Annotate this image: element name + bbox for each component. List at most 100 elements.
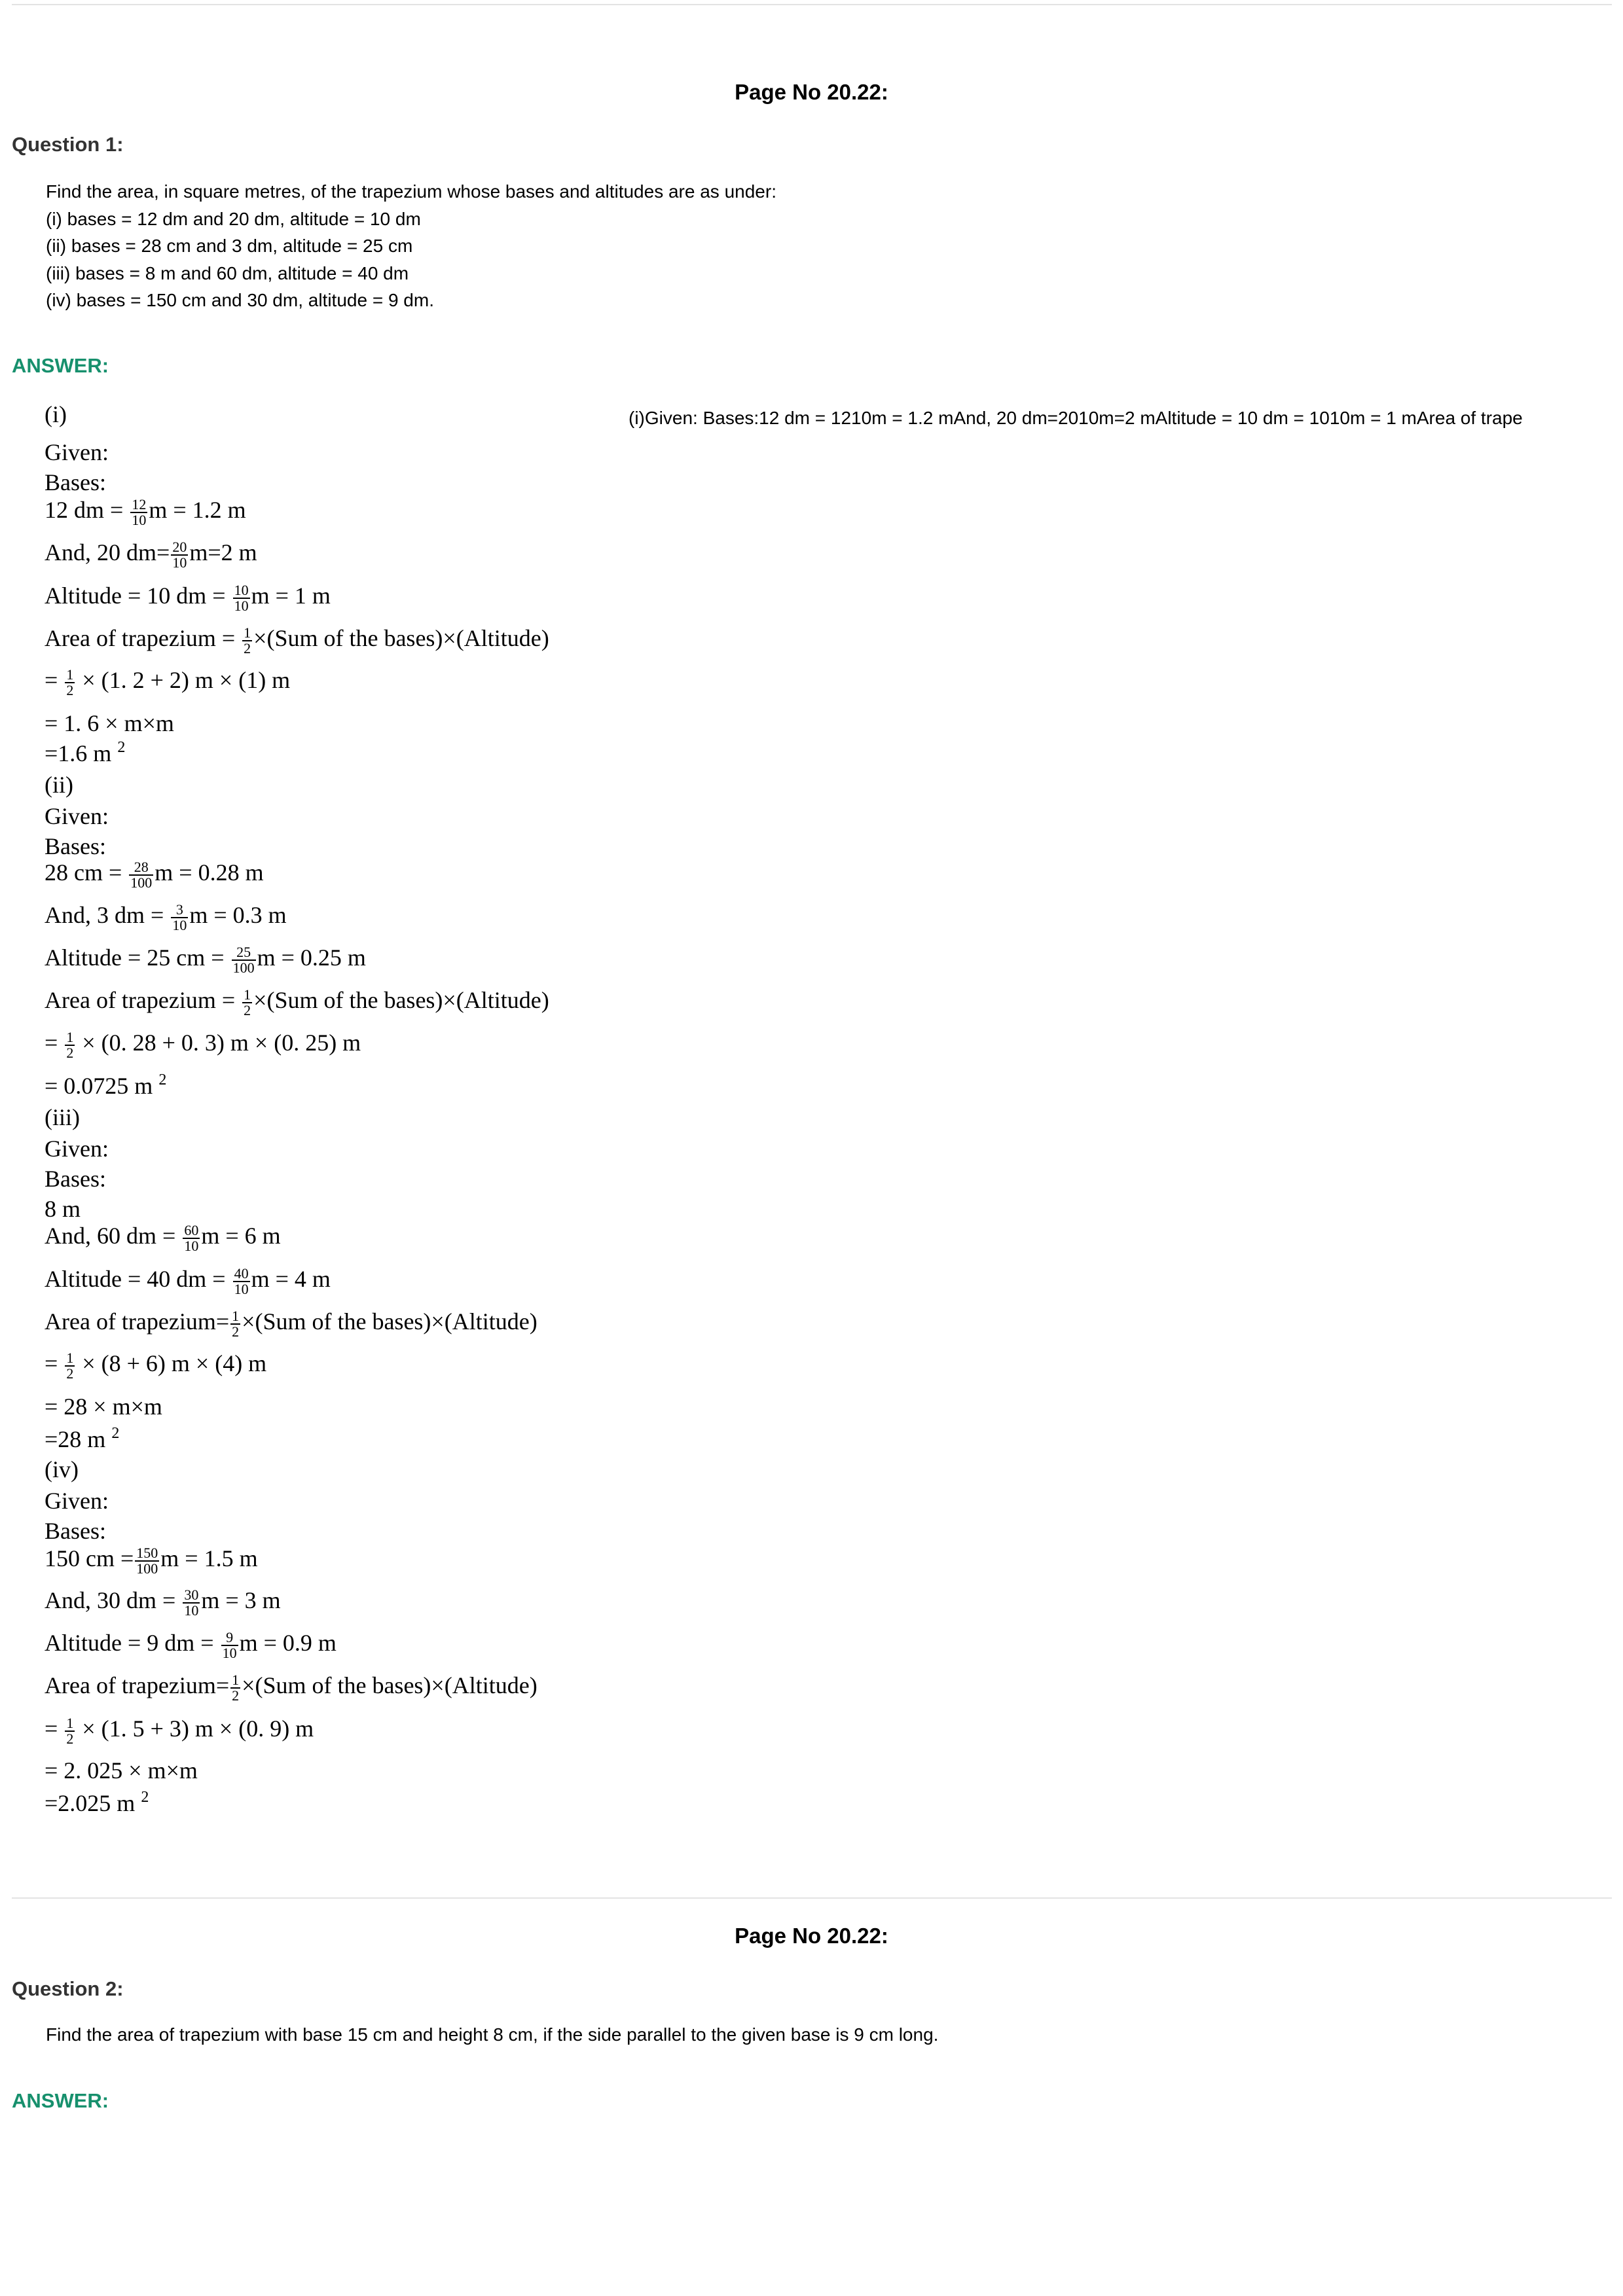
equation-text: m = 1 m <box>251 583 331 609</box>
equation-text: × (1. 5 + 3) m × (0. 9) m <box>76 1715 314 1742</box>
fraction-numerator: 12 <box>132 495 147 512</box>
solution-line: Altitude = 9 dm = 9 10 m = 0.9 m <box>45 1629 337 1660</box>
fraction-denominator: 2 <box>65 1365 75 1382</box>
solution-line: Area of trapezium = 1 2 ×(Sum of the bases… <box>45 624 549 656</box>
fraction: 40 10 <box>232 1266 250 1297</box>
fraction-numerator: 1 <box>244 986 251 1003</box>
answer-2-heading: ANSWER: <box>12 2089 109 2112</box>
fraction-denominator: 10 <box>232 1280 250 1297</box>
solution-line: = 2. 025 × m×m <box>45 1757 198 1784</box>
solution-line: = 12 × (8 + 6) m × (4) m <box>45 1350 266 1381</box>
fraction-denominator: 2 <box>65 1730 75 1747</box>
fraction-denominator: 10 <box>171 554 189 571</box>
solution-line: 28 cm = 28 100 m = 0.28 m <box>45 859 264 890</box>
equation-text: m = 1.5 m <box>160 1545 258 1571</box>
bases-label: Bases: <box>45 833 106 859</box>
fraction: 28 100 <box>129 859 154 891</box>
equation-text: ×(Sum of the bases)×(Altitude) <box>253 625 549 651</box>
solution-result: = 0.0725 m 2 <box>45 1072 166 1100</box>
equation-text: Altitude = 10 dm = <box>45 583 232 609</box>
fraction-numerator: 150 <box>136 1544 158 1561</box>
solution-line: And, 60 dm = 60 10 m = 6 m <box>45 1222 281 1253</box>
equation-text: ×(Sum of the bases)×(Altitude) <box>253 987 549 1013</box>
fraction-numerator: 1 <box>66 666 74 683</box>
equation-text: = <box>45 1350 64 1376</box>
solution-line: Altitude = 25 cm = 25 100 m = 0.25 m <box>45 944 366 975</box>
solution-line: And, 20 dm= 20 10 m=2 m <box>45 539 257 570</box>
question-1-item: (ii) bases = 28 cm and 3 dm, altitude = … <box>46 236 413 257</box>
solution-line: Area of trapezium= 1 2 ×(Sum of the bases)×… <box>45 1672 538 1703</box>
exponent: 2 <box>111 1425 120 1442</box>
part-label: (iii) <box>45 1104 80 1130</box>
equation-text: ×(Sum of the bases)×(Altitude) <box>242 1672 538 1698</box>
fraction-denominator: 2 <box>65 681 75 698</box>
fraction-numerator: 25 <box>236 943 251 960</box>
solution-line: Altitude = 10 dm = 10 10 m = 1 m <box>45 582 331 613</box>
fraction-denominator: 2 <box>230 1323 241 1340</box>
equation-text: 12 dm = <box>45 497 130 523</box>
question-2-text: Find the area of trapezium with base 15 … <box>46 2024 939 2045</box>
equation-text: m = 6 m <box>201 1223 281 1249</box>
fraction: 12 <box>230 1672 241 1704</box>
equation-text: Altitude = 9 dm = <box>45 1630 220 1656</box>
solution-line: Altitude = 40 dm = 40 10 m = 4 m <box>45 1265 331 1297</box>
equation-text: m = 4 m <box>251 1266 331 1292</box>
fraction: 12 <box>65 1030 75 1060</box>
solution-result: =28 m 2 <box>45 1426 119 1453</box>
question-2-heading: Question 2: <box>12 1977 124 2000</box>
given-label: Given: <box>45 439 109 465</box>
image-alt-text: (i)Given: Bases:12 dm = 1210m = 1.2 mAnd… <box>629 408 1523 428</box>
fraction-numerator: 20 <box>172 538 187 555</box>
fraction-denominator: 10 <box>232 597 250 614</box>
fraction: 30 10 <box>183 1587 200 1619</box>
fraction: 12 <box>230 1307 241 1340</box>
fraction: 9 10 <box>221 1630 238 1660</box>
fraction-denominator: 2 <box>242 1001 253 1018</box>
equation-text: Area of trapezium = <box>45 987 242 1013</box>
given-label: Given: <box>45 803 109 829</box>
page-number-label: Page No 20.22: <box>735 80 888 104</box>
question-1-text: Find the area, in square metres, of the … <box>46 178 776 314</box>
bases-label: Bases: <box>45 1166 106 1192</box>
exponent: 2 <box>141 1789 149 1806</box>
fraction-denominator: 2 <box>230 1687 241 1704</box>
equation-text: m=2 m <box>189 539 257 565</box>
solution-result: =1.6 m 2 <box>45 740 125 767</box>
equation-text: m = 0.25 m <box>257 944 366 971</box>
fraction: 12 <box>65 666 75 698</box>
fraction: 60 10 <box>183 1223 200 1253</box>
solution-line: = 12 × (1. 5 + 3) m × (0. 9) m <box>45 1715 314 1746</box>
fraction-numerator: 60 <box>184 1221 199 1238</box>
fraction-denominator: 100 <box>129 874 154 891</box>
given-label: Given: <box>45 1488 109 1514</box>
fraction: 12 <box>242 986 253 1018</box>
equation-text: × (0. 28 + 0. 3) m × (0. 25) m <box>76 1030 361 1056</box>
equation-text: = <box>45 667 64 693</box>
question-1-heading: Question 1: <box>12 133 124 156</box>
fraction-numerator: 1 <box>66 1028 74 1045</box>
fraction-numerator: 10 <box>234 581 249 598</box>
solution-line: 12 dm = 12 10 m = 1.2 m <box>45 496 246 528</box>
equation-text: m = 0.9 m <box>239 1630 337 1656</box>
fraction: 12 <box>242 625 253 656</box>
solution-line: Area of trapezium = 1 2 ×(Sum of the bases… <box>45 986 549 1018</box>
equation-text: Altitude = 25 cm = <box>45 944 230 971</box>
solution-line: 150 cm = 150 100 m = 1.5 m <box>45 1545 258 1576</box>
fraction-numerator: 1 <box>232 1307 240 1324</box>
equation-text: And, 3 dm = <box>45 902 170 928</box>
equation-text: Area of trapezium = <box>45 625 242 651</box>
equation-text: ×(Sum of the bases)×(Altitude) <box>242 1308 538 1335</box>
fraction-denominator: 10 <box>183 1602 200 1619</box>
fraction-denominator: 10 <box>130 511 148 528</box>
equation-text: And, 30 dm = <box>45 1587 182 1613</box>
exponent: 2 <box>158 1071 167 1088</box>
result-text: =28 m <box>45 1426 106 1452</box>
fraction-denominator: 2 <box>65 1044 75 1061</box>
result-text: =2.025 m <box>45 1790 136 1816</box>
solution-line: = 12 × (1. 2 + 2) m × (1) m <box>45 666 290 698</box>
fraction: 12 <box>65 1350 75 1382</box>
fraction-numerator: 3 <box>175 901 183 918</box>
equation-text: Area of trapezium= <box>45 1308 230 1335</box>
exponent: 2 <box>117 739 126 756</box>
equation-text: And, 60 dm = <box>45 1223 182 1249</box>
